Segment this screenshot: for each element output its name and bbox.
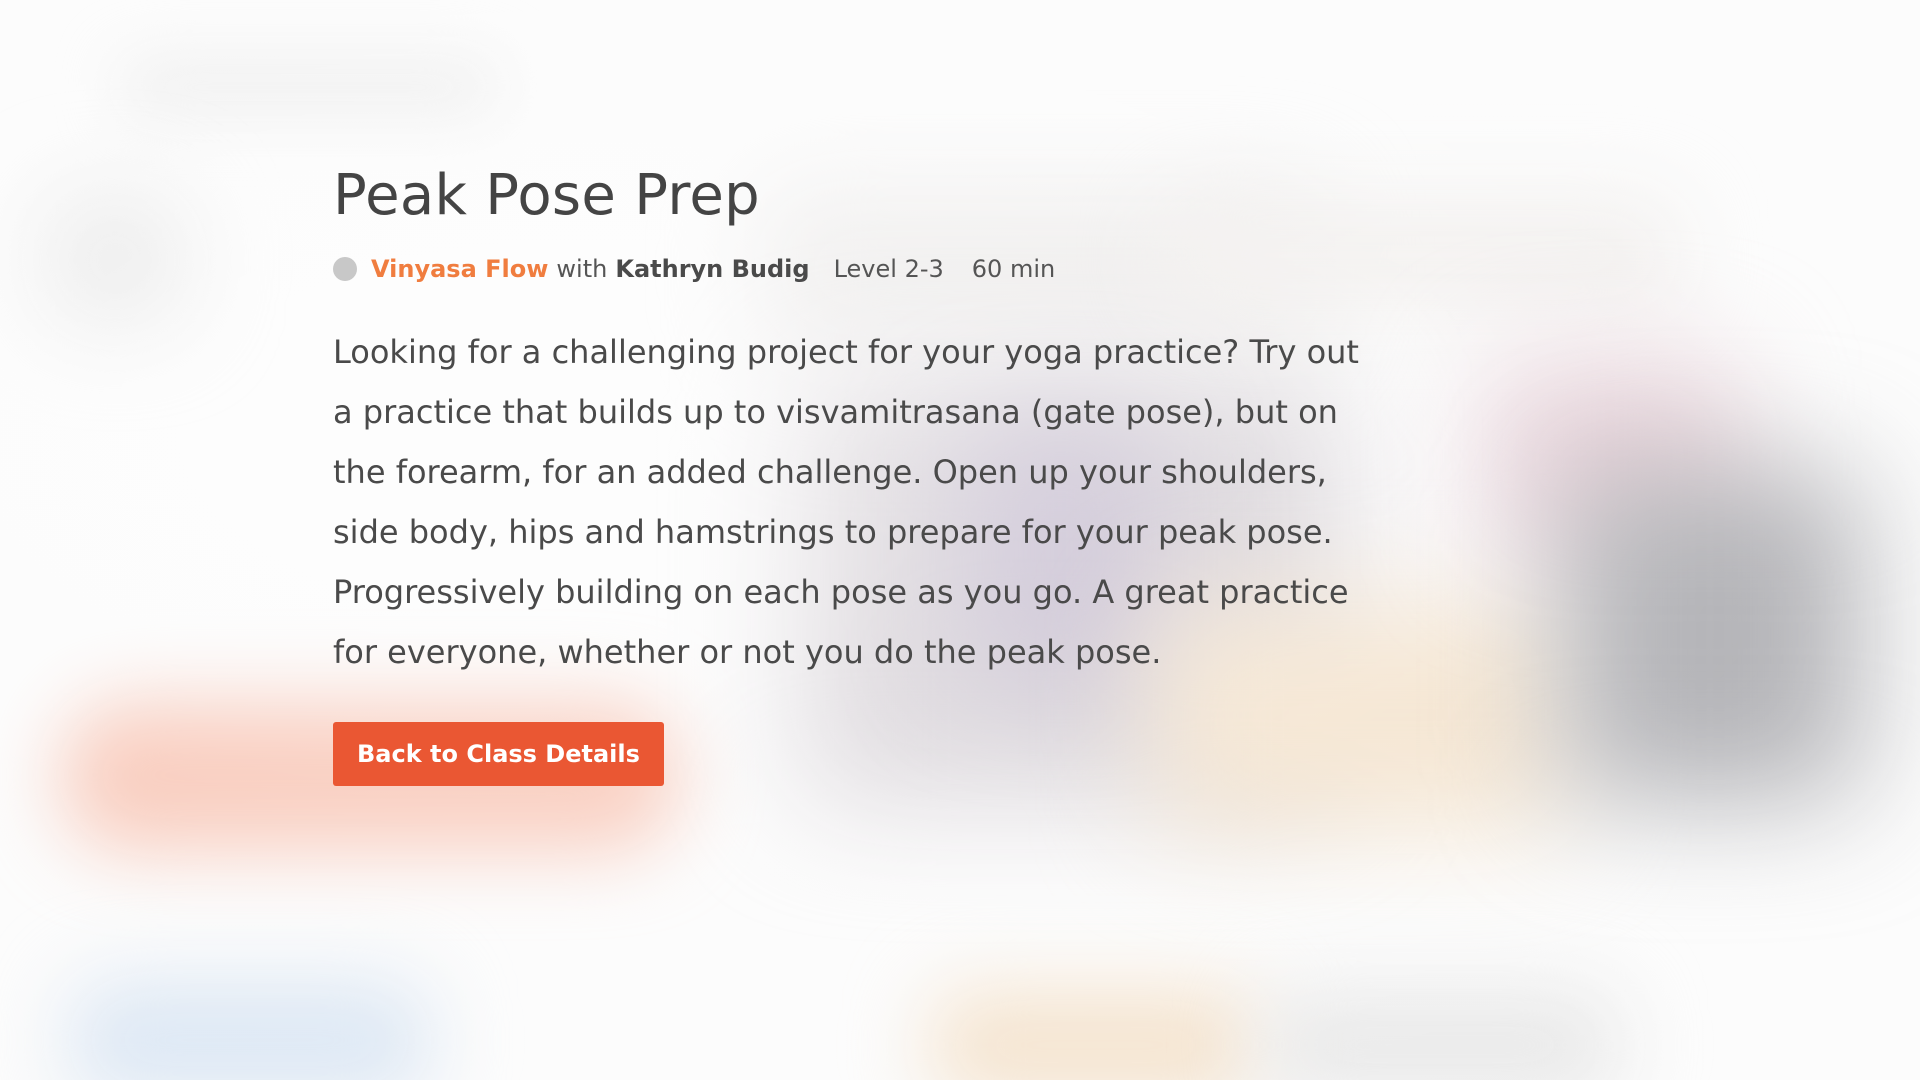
status-dot-icon	[333, 257, 357, 281]
class-duration: 60 min	[971, 255, 1056, 283]
class-level: Level 2-3	[833, 255, 944, 283]
class-meta: Vinyasa Flow with Kathryn Budig Level 2-…	[333, 254, 1393, 284]
class-description: Looking for a challenging project for yo…	[333, 333, 1359, 671]
class-title: Peak Pose Prep	[333, 163, 761, 228]
with-label: with	[556, 255, 608, 283]
class-style-link[interactable]: Vinyasa Flow	[371, 254, 548, 284]
teacher-name[interactable]: Kathryn Budig	[615, 254, 809, 284]
class-overview: Peak Pose Prep Vinyasa Flow with Kathryn…	[333, 160, 1393, 786]
back-to-class-details-button[interactable]: Back to Class Details	[333, 722, 664, 786]
